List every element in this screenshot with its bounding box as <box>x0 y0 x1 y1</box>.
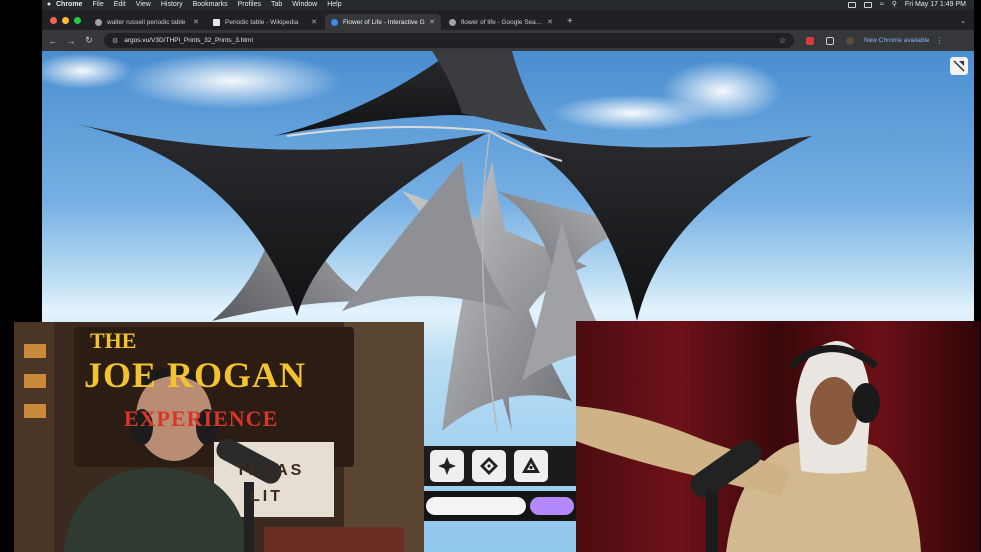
menu-item-history[interactable]: History <box>161 0 183 10</box>
sign-sub-lit: LIT <box>250 488 283 505</box>
search-icon[interactable]: ⚲ <box>892 0 897 10</box>
tab-search-chevron-icon[interactable]: ⌄ <box>960 17 974 30</box>
guest-camera-image <box>576 321 980 552</box>
diamond-pattern-icon <box>480 457 498 475</box>
bookmark-star-icon[interactable]: ☆ <box>779 36 786 45</box>
menu-item-window[interactable]: Window <box>292 0 317 10</box>
tab-title: flower of life - Google Search <box>461 18 544 26</box>
sign-line-joe-rogan: JOE ROGAN <box>84 355 307 395</box>
fullscreen-button[interactable] <box>950 57 968 75</box>
screen-record-icon[interactable] <box>847 2 856 8</box>
host-camera-feed: THE JOE ROGAN EXPERIENCE TEXAS LIT <box>14 322 424 552</box>
cloud <box>552 95 712 131</box>
close-tab-icon[interactable]: ✕ <box>311 18 317 26</box>
close-tab-icon[interactable]: ✕ <box>429 18 435 26</box>
url-text[interactable]: argos.vu/V3D/THPI_Prints_32_Prints_3.htm… <box>124 37 253 44</box>
update-chrome-button[interactable]: New Chrome available <box>864 37 929 44</box>
tool-palette <box>422 446 578 486</box>
four-point-star-icon <box>438 457 456 475</box>
extensions-puzzle-icon[interactable] <box>826 36 834 45</box>
menu-item-bookmarks[interactable]: Bookmarks <box>193 0 228 10</box>
cloud <box>42 53 132 89</box>
google-favicon-icon <box>449 18 456 26</box>
battery-icon[interactable] <box>863 2 872 8</box>
chrome-menu-icon[interactable]: ⋮ <box>935 36 943 45</box>
status-area: ≈ ⚲ Fri May 17 1:49 PM <box>847 0 974 10</box>
site-favicon-icon <box>331 18 338 26</box>
close-window-button[interactable] <box>50 17 57 24</box>
back-button[interactable]: ← <box>46 36 60 46</box>
sign-sub-texas: TEXAS <box>236 462 305 479</box>
browser-tab-strip: walter russell periodic table ✕ Periodic… <box>42 10 974 30</box>
sign-line-the: THE <box>90 328 137 353</box>
zoom-window-button[interactable] <box>74 17 81 24</box>
menubar-clock[interactable]: Fri May 17 1:49 PM <box>905 0 966 10</box>
sign-line-experience: EXPERIENCE <box>124 406 279 431</box>
google-favicon-icon <box>95 18 102 26</box>
wifi-icon[interactable]: ≈ <box>880 0 884 10</box>
close-tab-icon[interactable]: ✕ <box>193 18 199 26</box>
tool-button-star[interactable] <box>430 450 464 482</box>
reload-button[interactable]: ↻ <box>82 35 96 46</box>
apple-menu-icon[interactable]: ● <box>42 0 56 10</box>
tab-title: walter russell periodic table <box>107 18 186 26</box>
tab-title: Flower of Life - Interactive G <box>343 18 425 26</box>
tab-periodic-table-wikipedia[interactable]: Periodic table - Wikipedia ✕ <box>207 14 323 30</box>
menu-item-edit[interactable]: Edit <box>114 0 126 10</box>
show-sign: THE JOE ROGAN EXPERIENCE <box>84 324 354 454</box>
guest-camera-feed <box>576 321 980 552</box>
minimize-window-button[interactable] <box>62 17 69 24</box>
wikipedia-favicon-icon <box>213 18 220 26</box>
extension-icon[interactable] <box>806 36 814 45</box>
profile-avatar[interactable] <box>846 36 854 45</box>
menu-item-profiles[interactable]: Profiles <box>238 0 261 10</box>
menu-item-view[interactable]: View <box>136 0 151 10</box>
tab-flower-of-life-interactive[interactable]: Flower of Life - Interactive G ✕ <box>325 14 441 30</box>
tab-walter-russell[interactable]: walter russell periodic table ✕ <box>89 14 205 30</box>
menu-item-tab[interactable]: Tab <box>271 0 282 10</box>
tab-flower-of-life-google-search[interactable]: flower of life - Google Search ✕ <box>443 14 559 30</box>
playback-slider[interactable] <box>422 491 578 521</box>
hex-triangle-icon <box>522 457 540 473</box>
tool-button-triangle[interactable] <box>514 450 548 482</box>
expand-icon <box>953 60 965 72</box>
tool-button-diamond[interactable] <box>472 450 506 482</box>
tab-title: Periodic table - Wikipedia <box>225 18 299 26</box>
new-tab-button[interactable]: + <box>561 16 579 30</box>
macos-menu-bar: ● Chrome File Edit View History Bookmark… <box>42 0 974 10</box>
browser-toolbar: ← → ↻ ⚙ argos.vu/V3D/THPI_Prints_32_Prin… <box>42 30 974 51</box>
address-bar[interactable]: ⚙ argos.vu/V3D/THPI_Prints_32_Prints_3.h… <box>104 33 794 48</box>
close-tab-icon[interactable]: ✕ <box>547 18 553 26</box>
slider-thumb[interactable] <box>530 497 574 515</box>
forward-button[interactable]: → <box>64 36 78 46</box>
site-info-icon[interactable]: ⚙ <box>112 37 118 45</box>
slider-track[interactable] <box>426 497 526 515</box>
cloud <box>122 53 342 109</box>
window-controls <box>42 17 89 30</box>
menu-item-file[interactable]: File <box>92 0 103 10</box>
menu-item-chrome[interactable]: Chrome <box>56 0 82 10</box>
menu-item-help[interactable]: Help <box>327 0 341 10</box>
